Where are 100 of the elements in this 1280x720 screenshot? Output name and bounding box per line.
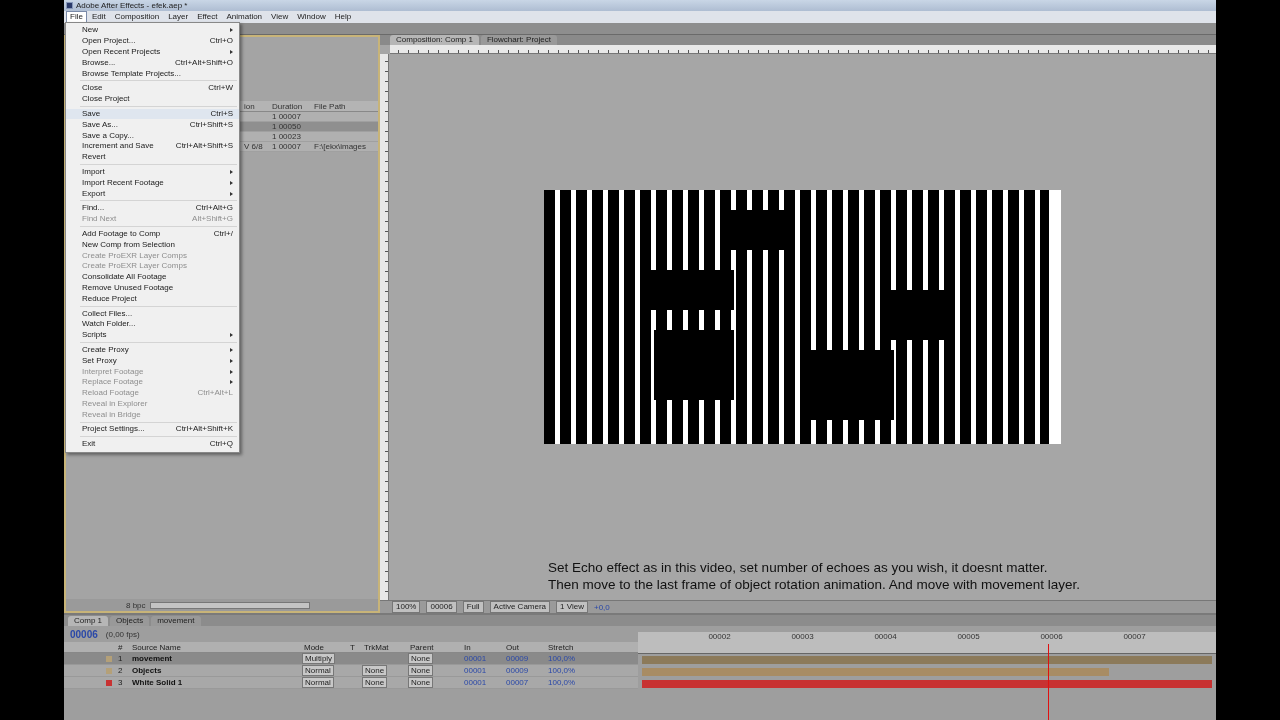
bit-depth-label[interactable]: 8 bpc — [126, 600, 146, 610]
mode-dropdown[interactable]: Normal — [302, 677, 334, 688]
track-matte-dropdown[interactable]: None — [362, 665, 388, 676]
layer-name[interactable]: White Solid 1 — [130, 678, 302, 687]
menu-item[interactable]: New — [66, 25, 239, 36]
label-swatch[interactable] — [106, 655, 112, 662]
menu-item[interactable]: Set Proxy — [66, 355, 239, 367]
menu-title[interactable]: Window — [293, 11, 330, 23]
menu-item[interactable]: Create Proxy — [66, 344, 239, 356]
column-header[interactable]: T — [348, 642, 362, 652]
frame-rate: (0,00 fps) — [105, 629, 140, 639]
menu-item[interactable]: Consolidate All Footage — [66, 271, 239, 283]
duration-cell-text: 1 00023 — [271, 132, 302, 141]
layer-name[interactable]: movement — [130, 654, 302, 663]
viewer-tab[interactable]: Composition: Comp 1 — [390, 35, 479, 45]
menu-item[interactable]: Browse... Ctrl+Alt+Shift+O — [66, 57, 239, 69]
stretch-value[interactable]: 100,0% — [546, 678, 638, 687]
layer-row[interactable]: 1 movement Multiply None 00001 00009 100,0% — [64, 653, 638, 665]
layer-number: 1 — [117, 654, 124, 663]
menu-item[interactable]: Save As... Ctrl+Shift+S — [66, 119, 239, 131]
file-path-cell-text: F:\[ekx\images — [313, 142, 367, 151]
scrollbar[interactable] — [149, 601, 310, 609]
menu-item[interactable]: Open Recent Projects — [66, 46, 239, 58]
column-header[interactable]: # — [116, 642, 130, 652]
caption-text: Set Echo effect as in this video, set number of echoes as you wish, it doesnt matter. — [548, 560, 1049, 575]
column-header[interactable]: Source Name — [130, 642, 302, 652]
column-header[interactable]: File Path — [312, 101, 378, 111]
menu-item[interactable]: Revert — [66, 151, 239, 163]
menu-item[interactable]: Remove Unused Footage — [66, 282, 239, 294]
menu-item[interactable]: Save Ctrl+S — [66, 108, 239, 120]
table-cell-text: V 6/8 — [243, 142, 264, 151]
menu-item[interactable]: Open Project... Ctrl+O — [66, 35, 239, 47]
timeline-tab[interactable]: movement — [151, 616, 201, 626]
layer-row[interactable]: 2 Objects Normal None None 00001 00009 100,0% — [64, 665, 638, 677]
in-point[interactable]: 00001 — [462, 666, 504, 675]
layer-number: 2 — [117, 666, 124, 675]
viewer-tab[interactable]: Flowchart: Project — [480, 35, 557, 45]
menu-item[interactable]: Collect Files... — [66, 308, 239, 319]
menu-item[interactable]: Save a Copy... — [66, 130, 239, 141]
timeline-tab[interactable]: Objects — [110, 616, 150, 626]
timecode-field[interactable]: 00006 — [426, 601, 457, 613]
menu-item[interactable]: Import Recent Footage — [66, 177, 239, 189]
menu-title[interactable]: Edit — [87, 11, 110, 23]
menu-item[interactable]: Increment and Save Ctrl+Alt+Shift+S — [66, 140, 239, 152]
duration-cell-text: 1 00050 — [271, 122, 302, 131]
menu-item[interactable]: Add Footage to Comp Ctrl+/ — [66, 228, 239, 240]
menu-item[interactable]: Reduce Project — [66, 293, 239, 305]
menu-title[interactable]: Composition — [110, 11, 164, 23]
column-header[interactable]: Parent — [408, 642, 462, 652]
out-point[interactable]: 00009 — [504, 666, 546, 675]
layer-row[interactable]: 3 White Solid 1 Normal None None 00001 00007 100,0% — [64, 677, 638, 689]
menu-title[interactable]: Help — [330, 11, 356, 23]
menu-item[interactable]: Scripts — [66, 329, 239, 341]
column-header[interactable]: Mode — [302, 642, 348, 652]
menu-item[interactable]: Close Ctrl+W — [66, 83, 239, 94]
menu-title[interactable]: Effect — [193, 11, 222, 23]
stretch-value[interactable]: 100,0% — [546, 666, 638, 675]
track-matte-dropdown[interactable]: None — [362, 677, 388, 688]
camera-dropdown[interactable]: Active Camera — [489, 601, 551, 613]
timeline-tab[interactable]: Comp 1 — [68, 616, 108, 626]
column-header[interactable]: In — [462, 642, 504, 652]
menu-item[interactable]: Browse Template Projects... — [66, 68, 239, 79]
column-header[interactable]: ion — [242, 101, 270, 111]
menu-title[interactable]: Layer — [164, 11, 193, 23]
menu-title[interactable]: Animation — [222, 11, 267, 23]
label-swatch[interactable] — [106, 679, 112, 686]
duration-cell-text: 1 00007 — [271, 142, 302, 151]
layer-name[interactable]: Objects — [130, 666, 302, 675]
menu-item[interactable]: Export — [66, 188, 239, 199]
resolution-dropdown[interactable]: Full — [462, 601, 484, 613]
duration-cell-text: 1 00007 — [271, 112, 302, 121]
caption-text: Then move to the last frame of object rotation animation. And move with movement layer. — [548, 577, 1081, 592]
zoom-dropdown[interactable]: 100% — [392, 601, 421, 613]
parent-dropdown[interactable]: None — [408, 677, 434, 688]
parent-dropdown[interactable]: None — [408, 653, 434, 664]
menu-title[interactable]: File — [66, 11, 87, 23]
view-layout-dropdown[interactable]: 1 View — [556, 601, 588, 613]
parent-dropdown[interactable]: None — [408, 665, 434, 676]
time-ruler[interactable]: 00002 00003 00004 00005 00006 00007 — [638, 632, 1216, 654]
window-title: Adobe After Effects - efek.aep * — [76, 1, 188, 10]
column-header[interactable]: Out — [504, 642, 546, 652]
menu-item[interactable]: Import — [66, 166, 239, 178]
column-header[interactable]: TrkMat — [362, 642, 408, 652]
menu-item[interactable]: New Comp from Selection — [66, 239, 239, 251]
in-point[interactable]: 00001 — [462, 678, 504, 687]
time-label: 00003 — [790, 632, 815, 641]
mode-dropdown[interactable]: Multiply — [302, 653, 336, 664]
menu-title[interactable]: View — [267, 11, 293, 23]
out-point[interactable]: 00007 — [504, 678, 546, 687]
menu-item[interactable]: Close Project — [66, 93, 239, 105]
mode-dropdown[interactable]: Normal — [302, 665, 334, 676]
column-header[interactable]: Duration — [270, 101, 312, 111]
menu-item[interactable]: Watch Folder... — [66, 318, 239, 330]
menu-item[interactable]: Exit Ctrl+Q — [66, 438, 239, 450]
layer-number: 3 — [117, 678, 124, 687]
time-label: 00004 — [873, 632, 898, 641]
menu-item[interactable]: Find... Ctrl+Alt+G — [66, 202, 239, 214]
menu-item[interactable]: Project Settings... Ctrl+Alt+Shift+K — [66, 424, 239, 435]
column-header[interactable]: Stretch — [546, 642, 638, 652]
label-swatch[interactable] — [106, 667, 112, 674]
